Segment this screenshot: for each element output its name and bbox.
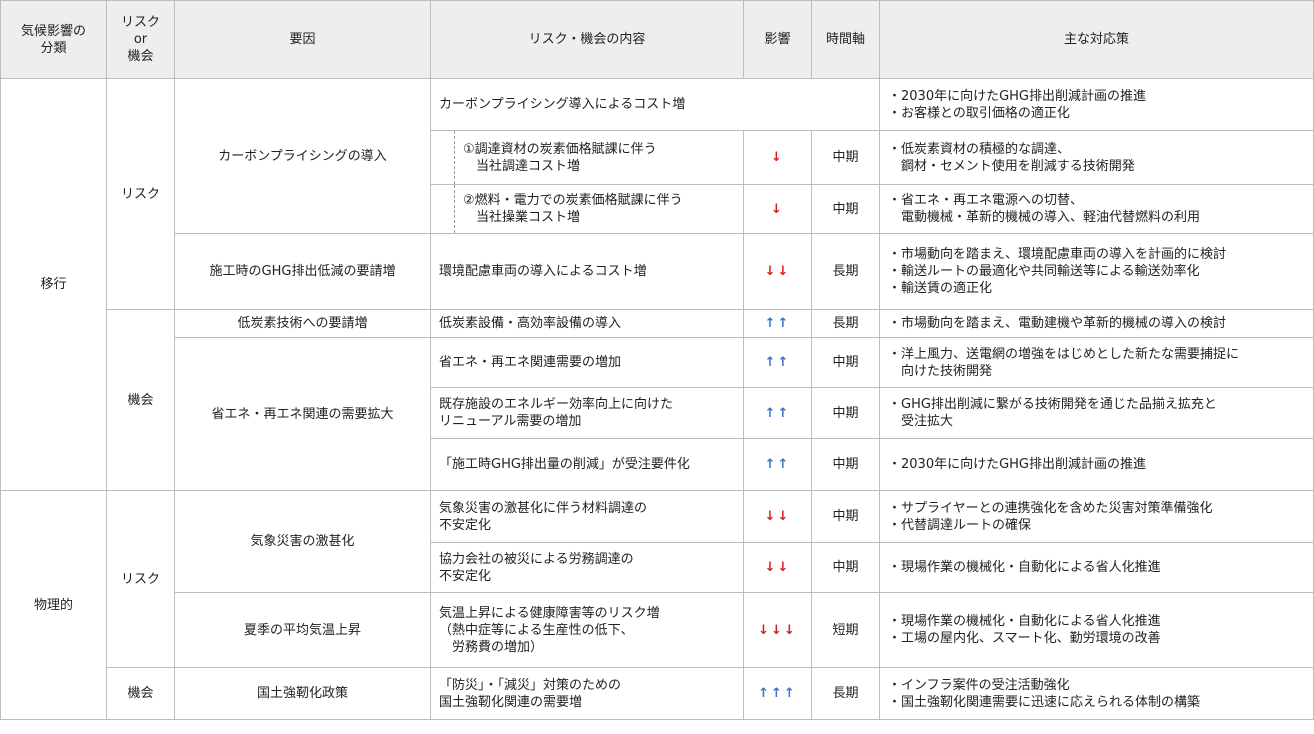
- table-row: 夏季の平均気温上昇 気温上昇による健康障害等のリスク増 （熱中症等による生産性の…: [1, 592, 1314, 668]
- measures-cell: ・2030年に向けたGHG排出削減計画の推進: [879, 438, 1314, 491]
- factor-cell: 低炭素技術への要請増: [174, 309, 431, 338]
- content-cell: 協力会社の被災による労務調達の 不安定化: [430, 542, 744, 593]
- type-risk: リスク: [106, 78, 175, 310]
- table-row: 機会 国土強靭化政策 「防災」・「減災」対策のための 国土強靭化関連の需要増 ↑…: [1, 667, 1314, 720]
- content-cell: 既存施設のエネルギー効率向上に向けた リニューアル需要の増加: [430, 387, 744, 439]
- measures-cell: ・市場動向を踏まえ、電動建機や革新的機械の導入の検討: [879, 309, 1314, 338]
- type-risk: リスク: [106, 490, 175, 668]
- type-opportunity: 機会: [106, 309, 175, 491]
- measures-cell: ・省エネ・再エネ電源への切替、 電動機械・革新的機械の導入、軽油代替燃料の利用: [879, 184, 1314, 234]
- content-cell: 低炭素設備・高効率設備の導入: [430, 309, 744, 338]
- content-cell: 気温上昇による健康障害等のリスク増 （熱中症等による生産性の低下、 労務費の増加…: [430, 592, 744, 668]
- impact-cell: ↓: [743, 130, 812, 185]
- category-transition: 移行: [0, 78, 107, 491]
- header-category: 気候影響の 分類: [0, 0, 107, 79]
- impact-cell: ↑↑: [743, 309, 812, 338]
- impact-cell: ↓↓: [743, 233, 812, 310]
- measures-cell: ・インフラ案件の受注活動強化 ・国土強靭化関連需要に迅速に応えられる体制の構築: [879, 667, 1314, 720]
- measures-cell: ・GHG排出削減に繋がる技術開発を通じた品揃え拡充と 受注拡大: [879, 387, 1314, 439]
- measures-cell: ・2030年に向けたGHG排出削減計画の推進 ・お客様との取引価格の適正化: [879, 78, 1314, 131]
- timeline-cell: 中期: [811, 387, 880, 439]
- impact-cell: ↓: [743, 184, 812, 234]
- factor-cell: 夏季の平均気温上昇: [174, 592, 431, 668]
- header-risk-or-opportunity: リスク or 機会: [106, 0, 175, 79]
- content-cell: 環境配慮車両の導入によるコスト増: [430, 233, 744, 310]
- timeline-cell: 中期: [811, 490, 880, 543]
- content-cell: ①調達資材の炭素価格賦課に伴う 当社調達コスト増: [454, 130, 744, 185]
- impact-cell: ↑↑: [743, 438, 812, 491]
- content-cell: ②燃料・電力での炭素価格賦課に伴う 当社操業コスト増: [454, 184, 744, 234]
- measures-cell: ・市場動向を踏まえ、環境配慮車両の導入を計画的に検討 ・輸送ルートの最適化や共同…: [879, 233, 1314, 310]
- impact-cell: ↓↓↓: [743, 592, 812, 668]
- content-cell: 「防災」・「減災」対策のための 国土強靭化関連の需要増: [430, 667, 744, 720]
- factor-cell: 気象災害の激甚化: [174, 490, 431, 593]
- timeline-cell: 短期: [811, 592, 880, 668]
- timeline-cell: 中期: [811, 337, 880, 388]
- content-cell: カーボンプライシング導入によるコスト増: [430, 78, 880, 131]
- category-physical: 物理的: [0, 490, 107, 720]
- impact-cell: ↓↓: [743, 490, 812, 543]
- indent-spacer: [430, 130, 455, 185]
- header-impact: 影響: [743, 0, 812, 79]
- timeline-cell: 長期: [811, 667, 880, 720]
- climate-risk-table: 気候影響の 分類 リスク or 機会 要因 リスク・機会の内容 影響 時間軸 主…: [0, 0, 1314, 720]
- timeline-cell: 長期: [811, 309, 880, 338]
- table-row: 移行 リスク カーボンプライシングの導入 カーボンプライシング導入によるコスト増…: [0, 78, 1314, 491]
- type-opportunity: 機会: [106, 667, 175, 720]
- timeline-cell: 長期: [811, 233, 880, 310]
- header-measures: 主な対応策: [879, 0, 1314, 79]
- table-row: 施工時のGHG排出低減の要請増 環境配慮車両の導入によるコスト増 ↓↓ 長期 ・…: [1, 233, 1314, 310]
- impact-cell: ↑↑: [743, 387, 812, 439]
- table-row: 省エネ・再エネ関連の需要拡大 省エネ・再エネ関連需要の増加 ↑↑ 中期 ・洋上風…: [1, 337, 1314, 491]
- factor-cell: カーボンプライシングの導入: [174, 78, 431, 234]
- content-cell: 省エネ・再エネ関連需要の増加: [430, 337, 744, 388]
- factor-cell: 省エネ・再エネ関連の需要拡大: [174, 337, 431, 491]
- table-row: 機会 低炭素技術への要請増 低炭素設備・高効率設備の導入 ↑↑ 長期 ・市場動向…: [1, 309, 1314, 491]
- indent-spacer: [430, 184, 455, 234]
- content-cell: 「施工時GHG排出量の削減」が受注要件化: [430, 438, 744, 491]
- measures-cell: ・洋上風力、送電網の増強をはじめとした新たな需要捕捉に 向けた技術開発: [879, 337, 1314, 388]
- measures-cell: ・低炭素資材の積極的な調達、 鋼材・セメント使用を削減する技術開発: [879, 130, 1314, 185]
- factor-cell: 国土強靭化政策: [174, 667, 431, 720]
- header-timeline: 時間軸: [811, 0, 880, 79]
- timeline-cell: 中期: [811, 130, 880, 185]
- impact-cell: ↑↑: [743, 337, 812, 388]
- impact-cell: ↓↓: [743, 542, 812, 593]
- timeline-cell: 中期: [811, 542, 880, 593]
- header-content: リスク・機会の内容: [430, 0, 744, 79]
- table-row: 物理的 リスク 気象災害の激甚化 気象災害の激甚化に伴う材料調達の 不安定化 ↓…: [0, 490, 1314, 720]
- measures-cell: ・サプライヤーとの連携強化を含めた災害対策準備強化 ・代替調達ルートの確保: [879, 490, 1314, 543]
- measures-cell: ・現場作業の機械化・自動化による省人化推進 ・工場の屋内化、スマート化、勤労環境…: [879, 592, 1314, 668]
- factor-cell: 施工時のGHG排出低減の要請増: [174, 233, 431, 310]
- measures-cell: ・現場作業の機械化・自動化による省人化推進: [879, 542, 1314, 593]
- impact-cell: ↑↑↑: [743, 667, 812, 720]
- timeline-cell: 中期: [811, 184, 880, 234]
- content-cell: 気象災害の激甚化に伴う材料調達の 不安定化: [430, 490, 744, 543]
- header-row: 気候影響の 分類 リスク or 機会 要因 リスク・機会の内容 影響 時間軸 主…: [0, 0, 1314, 79]
- header-factor: 要因: [174, 0, 431, 79]
- timeline-cell: 中期: [811, 438, 880, 491]
